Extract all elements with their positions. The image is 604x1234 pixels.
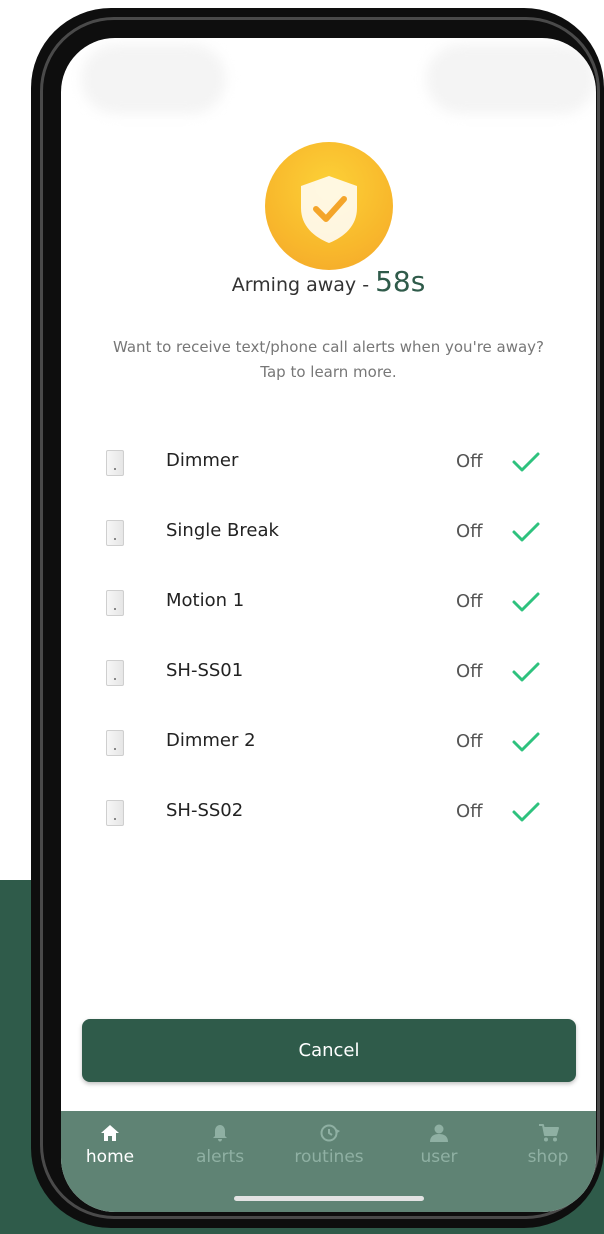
switch-icon (106, 450, 124, 476)
cart-icon (539, 1124, 559, 1142)
check-icon (512, 592, 540, 612)
user-icon (430, 1124, 448, 1142)
device-row: Single Break Off (61, 498, 596, 568)
tab-shop-label: shop (527, 1147, 569, 1167)
bell-icon (213, 1125, 227, 1142)
tab-user[interactable]: user (394, 1111, 484, 1181)
check-icon (512, 802, 540, 822)
tab-user-label: user (420, 1147, 458, 1167)
device-row: Dimmer 2 Off (61, 708, 596, 778)
device-name: Single Break (166, 520, 279, 541)
device-name: SH-SS01 (166, 660, 244, 681)
switch-icon (106, 590, 124, 616)
shield-check-icon (265, 142, 393, 270)
alerts-promo-link[interactable]: Want to receive text/phone call alerts w… (71, 335, 586, 385)
promo-text-line2: Tap to learn more. (260, 363, 397, 381)
switch-icon (106, 660, 124, 686)
arming-label: Arming away - (231, 274, 370, 296)
device-status: Off (456, 521, 483, 542)
arming-status: Arming away -58s (61, 265, 596, 298)
tab-alerts[interactable]: alerts (175, 1111, 265, 1181)
device-name: Motion 1 (166, 590, 245, 611)
blurred-header-left (81, 44, 226, 114)
device-row: Dimmer Off (61, 428, 596, 498)
device-status: Off (456, 451, 483, 472)
device-row: Motion 1 Off (61, 568, 596, 638)
tab-shop[interactable]: shop (503, 1111, 593, 1181)
switch-icon (106, 730, 124, 756)
home-icon (101, 1125, 119, 1141)
check-icon (512, 522, 540, 542)
promo-text-line1: Want to receive text/phone call alerts w… (112, 338, 545, 356)
check-icon (512, 732, 540, 752)
device-status: Off (456, 661, 483, 682)
device-status: Off (456, 591, 483, 612)
check-icon (512, 452, 540, 472)
arming-countdown: 58s (375, 265, 426, 298)
device-row: SH-SS02 Off (61, 778, 596, 848)
switch-icon (106, 520, 124, 546)
check-icon (512, 662, 540, 682)
switch-icon (106, 800, 124, 826)
cancel-button[interactable]: Cancel (82, 1019, 576, 1082)
device-name: Dimmer 2 (166, 730, 256, 751)
device-status: Off (456, 801, 483, 822)
clock-icon (320, 1124, 340, 1142)
blurred-header-right (426, 44, 596, 114)
tab-home-label: home (85, 1147, 135, 1167)
home-indicator (234, 1196, 424, 1201)
tab-alerts-label: alerts (195, 1147, 245, 1167)
tab-home[interactable]: home (65, 1111, 155, 1181)
app-screen: Arming away -58s Want to receive text/ph… (61, 38, 596, 1212)
device-name: Dimmer (166, 450, 239, 471)
device-status: Off (456, 731, 483, 752)
tab-routines[interactable]: routines (284, 1111, 374, 1181)
device-name: SH-SS02 (166, 800, 244, 821)
device-row: SH-SS01 Off (61, 638, 596, 708)
tab-routines-label: routines (294, 1147, 364, 1167)
